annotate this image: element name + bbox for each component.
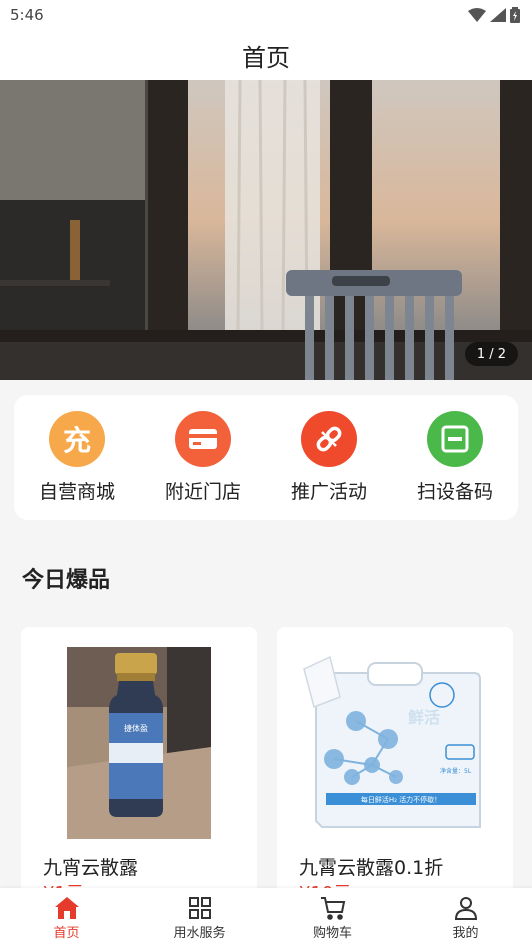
banner-image [0,80,532,380]
bottom-tab-bar: 首页 用水服务 购物车 我的 [0,888,532,947]
product-image: 捷体盈 [21,647,257,842]
entry-label: 推广活动 [290,481,367,503]
status-icons [468,7,520,23]
product-name: 九宵云散露 [43,857,139,879]
card-icon [175,411,231,467]
entry-label: 扫设备码 [416,481,493,503]
link-icon [301,411,357,467]
page-header: 首页 [0,30,532,80]
banner-indicator: 1 / 2 [464,342,518,366]
entry-self-mall[interactable]: 充 自营商城 [14,411,140,504]
tab-mine[interactable]: 我的 [399,888,532,947]
product-image: 鲜活 每日鲜活H₂ 活力不停歇！ 净含量：5L [277,647,513,842]
recharge-icon-text: 充 [62,424,91,457]
tab-cart[interactable]: 购物车 [266,888,399,947]
tab-label: 首页 [53,926,80,941]
recharge-icon: 充 [49,411,105,467]
tab-label: 购物车 [312,926,352,941]
entry-label: 附近门店 [164,481,241,503]
scan-icon [427,411,483,467]
cart-icon [320,897,345,920]
grid-icon [188,897,211,919]
entry-scan-device[interactable]: 扫设备码 [392,411,518,504]
status-time: 5:46 [10,6,44,24]
tab-label: 我的 [452,926,479,941]
quick-entry-panel: 充 自营商城 附近门店 推广活动 扫设备码 [14,395,518,520]
package-vertical-text: 鲜活 [408,708,440,727]
product-name: 九霄云散露0.1折 [299,857,444,879]
wifi-icon [468,8,486,22]
section-title: 今日爆品 [22,568,111,593]
tab-label: 用水服务 [173,926,226,941]
user-icon [454,897,477,920]
status-bar: 5:46 [0,0,532,30]
signal-icon [490,8,506,22]
banner-carousel[interactable]: 1 / 2 [0,80,532,380]
tab-home[interactable]: 首页 [0,888,133,947]
package-capacity: 净含量：5L [440,767,472,775]
home-icon [54,897,79,919]
product-card[interactable]: 捷体盈 九宵云散露 ¥1元 [21,627,257,907]
entry-label: 自营商城 [38,481,115,503]
entry-promotion[interactable]: 推广活动 [266,411,392,504]
entry-nearby-store[interactable]: 附近门店 [140,411,266,504]
bottle-label-text: 捷体盈 [124,723,148,733]
product-card[interactable]: 鲜活 每日鲜活H₂ 活力不停歇！ 净含量：5L 九霄云散露0.1折 ¥10元 [277,627,513,907]
tab-water-service[interactable]: 用水服务 [133,888,266,947]
page-title: 首页 [242,43,290,72]
battery-icon [510,7,520,23]
package-slogan: 每日鲜活H₂ 活力不停歇！ [361,795,441,804]
